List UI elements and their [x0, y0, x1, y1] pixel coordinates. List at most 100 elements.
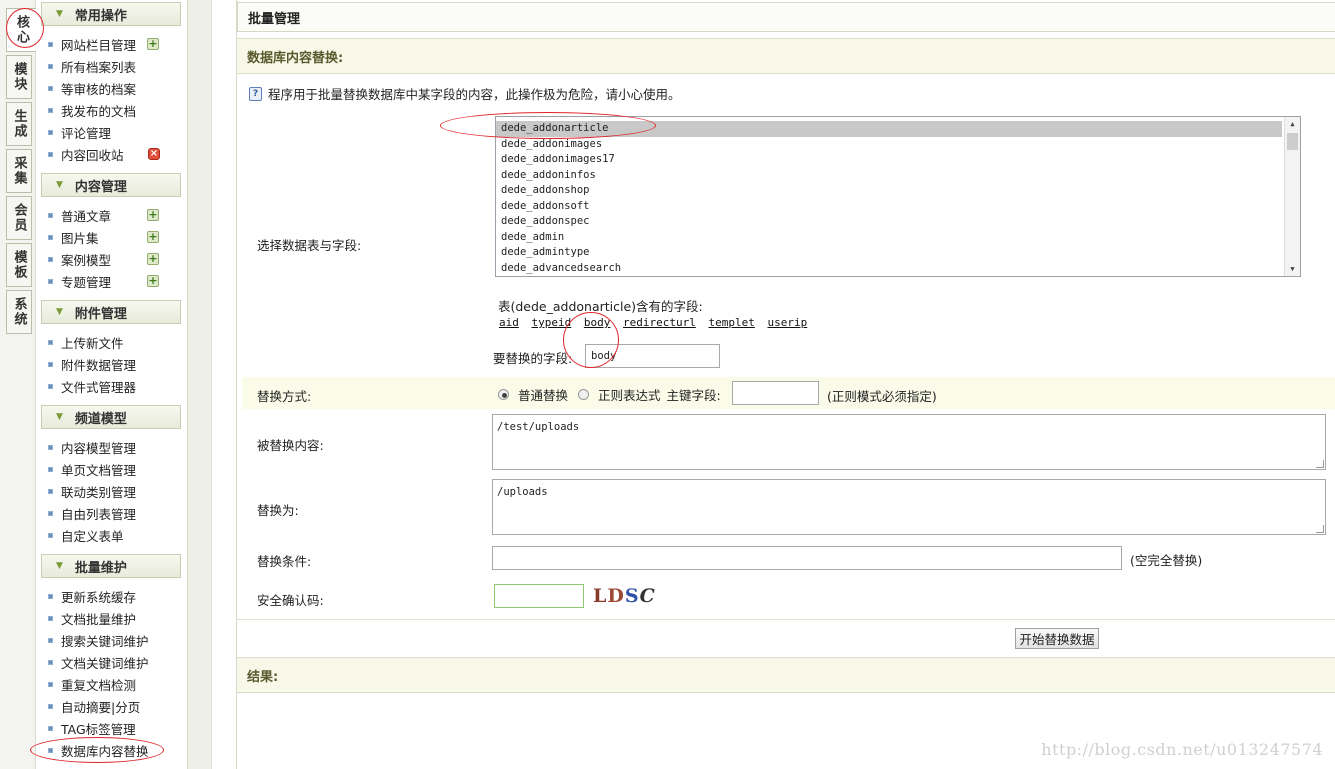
table-option[interactable]: dede_addonspec — [496, 214, 1282, 230]
menu-item-pending-archives[interactable]: 等审核的档案 — [48, 78, 136, 98]
scroll-up-icon[interactable]: ▲ — [1285, 117, 1300, 131]
help-icon: ? — [249, 86, 262, 101]
table-option[interactable]: dede_admintype — [496, 245, 1282, 261]
menu-group-channel-models[interactable]: ▼ 频道模型 — [41, 405, 181, 429]
menu-item-tag-manage[interactable]: TAG标签管理 — [48, 718, 136, 738]
condition-label: 替换条件: — [257, 554, 312, 569]
resize-grip-icon[interactable] — [1316, 460, 1324, 468]
field-link-redirecturl[interactable]: redirecturl — [623, 316, 696, 329]
menu-item-label: 我发布的文档 — [61, 103, 137, 119]
menu-item-update-cache[interactable]: 更新系统缓存 — [48, 586, 136, 606]
replace-field-input[interactable]: body — [585, 344, 720, 368]
table-option[interactable]: dede_addonimages17 — [496, 152, 1282, 168]
menu-item-topics[interactable]: 专题管理 — [48, 271, 111, 291]
menu-item-search-keywords[interactable]: 搜索关键词维护 — [48, 630, 149, 650]
field-link-userip[interactable]: userip — [767, 316, 807, 329]
menu-item-upload-file[interactable]: 上传新文件 — [48, 332, 124, 352]
vertical-tab-strip: 核心 模块 生成 采集 会员 模板 系统 — [0, 0, 36, 769]
mode-regex-label: 正则表达式 — [598, 388, 661, 403]
menu-item-recycle-bin[interactable]: 内容回收站 — [48, 144, 124, 164]
table-option[interactable]: dede_addonshop — [496, 183, 1282, 199]
menu-item-my-documents[interactable]: 我发布的文档 — [48, 100, 136, 120]
condition-input[interactable] — [492, 546, 1122, 570]
chevron-down-icon: ▼ — [56, 561, 63, 571]
menu-item-single-page[interactable]: 单页文档管理 — [48, 459, 136, 479]
bullet-icon — [48, 107, 53, 113]
source-textarea[interactable]: /test/uploads — [492, 414, 1326, 470]
vtab-generate[interactable]: 生成 — [6, 102, 32, 146]
menu-item-duplicate-check[interactable]: 重复文档检测 — [48, 674, 136, 694]
resize-grip-icon[interactable] — [1316, 525, 1324, 533]
menu-item-column-manage[interactable]: 网站栏目管理 — [48, 34, 136, 54]
table-option[interactable]: dede_addoninfos — [496, 168, 1282, 184]
add-icon[interactable] — [147, 231, 159, 243]
bullet-icon — [48, 234, 53, 240]
menu-item-free-list[interactable]: 自由列表管理 — [48, 503, 136, 523]
menu-group-common[interactable]: ▼ 常用操作 — [41, 2, 181, 26]
menu-item-all-archives[interactable]: 所有档案列表 — [48, 56, 136, 76]
menu-item-linked-category[interactable]: 联动类别管理 — [48, 481, 136, 501]
vtab-collect[interactable]: 采集 — [6, 149, 32, 193]
field-link-body[interactable]: body — [584, 316, 611, 329]
vtab-template[interactable]: 模板 — [6, 243, 32, 287]
vtab-core[interactable]: 核心 — [6, 8, 36, 52]
captcha-char: S — [624, 585, 640, 607]
vtab-module[interactable]: 模块 — [6, 55, 32, 99]
sidebar-menu: ▼ 常用操作 网站栏目管理 所有档案列表 等审核的档案 我发布的文档 评论管理 内… — [36, 0, 188, 769]
captcha-input[interactable] — [494, 584, 584, 608]
menu-item-batch-docs[interactable]: 文档批量维护 — [48, 608, 136, 628]
field-link-aid[interactable]: aid — [499, 316, 519, 329]
table-option[interactable]: dede_addonarticle — [496, 121, 1282, 137]
fields-caption-text: 表(dede_addonarticle)含有的字段: — [498, 299, 703, 314]
menu-item-image-set[interactable]: 图片集 — [48, 227, 99, 247]
field-link-typeid[interactable]: typeid — [532, 316, 572, 329]
field-link-templet[interactable]: templet — [708, 316, 754, 329]
vtab-member[interactable]: 会员 — [6, 196, 32, 240]
chevron-down-icon: ▼ — [56, 180, 63, 190]
scroll-down-icon[interactable]: ▼ — [1285, 262, 1300, 276]
table-option[interactable]: dede_addonsoft — [496, 199, 1282, 215]
frame-gutter — [188, 0, 212, 769]
add-icon[interactable] — [147, 275, 159, 287]
add-icon[interactable] — [147, 209, 159, 221]
menu-item-db-replace[interactable]: 数据库内容替换 — [48, 740, 149, 760]
menu-item-file-manager[interactable]: 文件式管理器 — [48, 376, 136, 396]
bullet-icon — [48, 488, 53, 494]
submit-button[interactable]: 开始替换数据 — [1015, 628, 1099, 649]
menu-item-label: 附件数据管理 — [61, 357, 137, 373]
add-icon[interactable] — [147, 38, 159, 50]
field-links: aid typeid body redirecturl templet user… — [499, 316, 813, 329]
menu-item-label: 自由列表管理 — [61, 506, 137, 522]
target-textarea[interactable]: /uploads — [492, 479, 1326, 535]
radio-normal[interactable] — [498, 389, 509, 400]
menu-group-attachments[interactable]: ▼ 附件管理 — [41, 300, 181, 324]
menu-item-article[interactable]: 普通文章 — [48, 205, 111, 225]
scroll-thumb[interactable] — [1287, 133, 1298, 150]
bullet-icon — [48, 681, 53, 687]
menu-group-content[interactable]: ▼ 内容管理 — [41, 173, 181, 197]
menu-item-content-model[interactable]: 内容模型管理 — [48, 437, 136, 457]
listbox-scrollbar[interactable]: ▲ ▼ — [1284, 117, 1300, 276]
menu-item-case-model[interactable]: 案例模型 — [48, 249, 111, 269]
table-option[interactable]: dede_admin — [496, 230, 1282, 246]
menu-group-batch-maintenance[interactable]: ▼ 批量维护 — [41, 554, 181, 578]
captcha-image[interactable]: L D S C — [593, 584, 659, 608]
radio-regex[interactable] — [578, 389, 590, 400]
table-option[interactable]: dede_addonimages — [496, 137, 1282, 153]
table-listbox[interactable]: dede_addonarticle dede_addonimages dede_… — [495, 116, 1301, 277]
vtab-system[interactable]: 系统 — [6, 290, 32, 334]
menu-item-attachment-data[interactable]: 附件数据管理 — [48, 354, 136, 374]
menu-item-comments[interactable]: 评论管理 — [48, 122, 111, 142]
primary-key-input[interactable] — [732, 381, 819, 405]
bullet-icon — [48, 212, 53, 218]
section-title: 数据库内容替换: — [237, 38, 1335, 74]
delete-icon[interactable] — [148, 148, 160, 160]
menu-item-label: 内容回收站 — [61, 147, 124, 163]
menu-item-auto-summary[interactable]: 自动摘要|分页 — [48, 696, 140, 716]
add-icon[interactable] — [147, 253, 159, 265]
info-text: 程序用于批量替换数据库中某字段的内容，此操作极为危险，请小心使用。 — [268, 87, 681, 102]
menu-item-custom-form[interactable]: 自定义表单 — [48, 525, 124, 545]
target-text: /uploads — [497, 486, 548, 498]
menu-item-doc-keywords[interactable]: 文档关键词维护 — [48, 652, 149, 672]
table-option[interactable]: dede_advancedsearch — [496, 261, 1282, 277]
